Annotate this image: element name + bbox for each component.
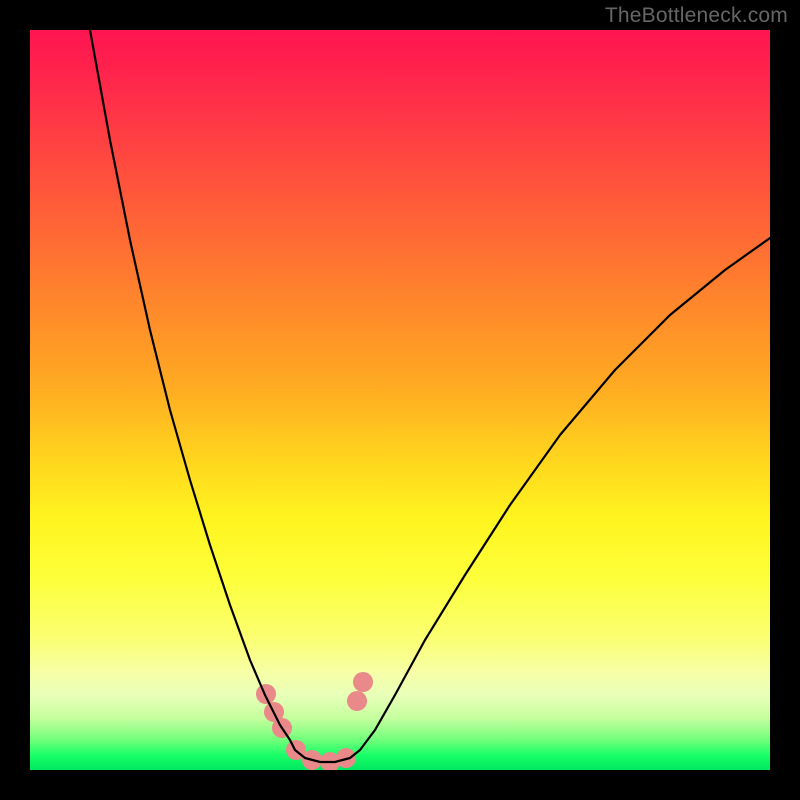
watermark-text: TheBottleneck.com: [605, 4, 788, 28]
chart-area: [30, 30, 770, 770]
bottleneck-curve: [90, 30, 770, 762]
chart-svg: [30, 30, 770, 770]
marker-point: [256, 684, 276, 704]
marker-point: [347, 691, 367, 711]
markers-group: [256, 672, 373, 770]
marker-point: [353, 672, 373, 692]
